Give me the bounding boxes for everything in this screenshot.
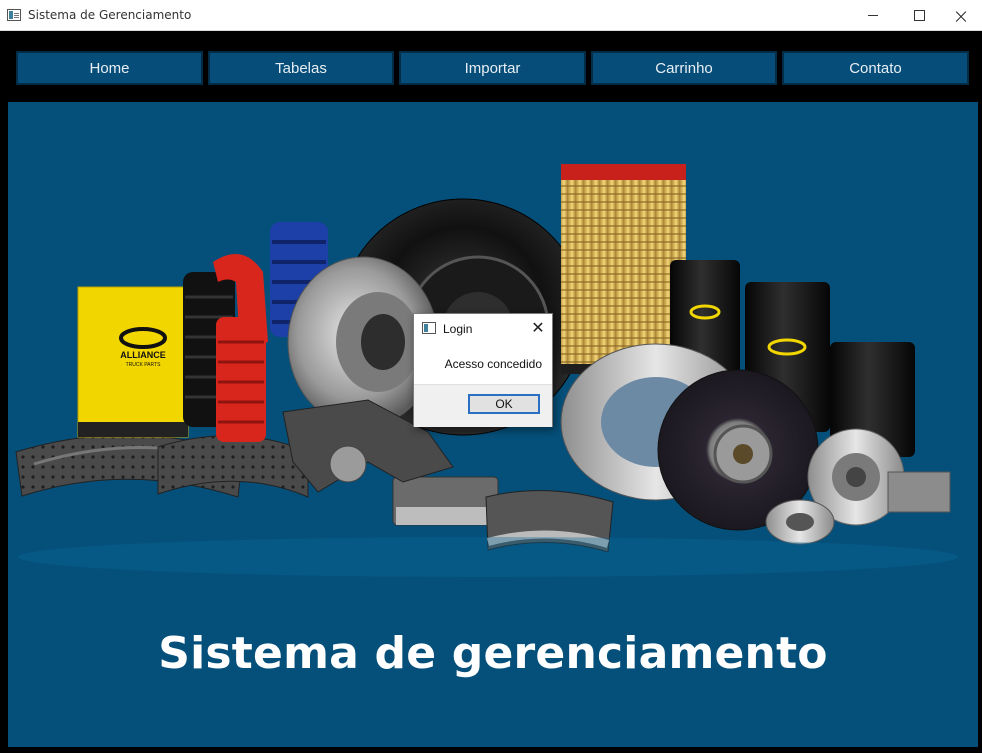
dialog-title: Login (443, 322, 473, 336)
app-window-icon (7, 9, 21, 21)
dialog-footer: OK (414, 384, 552, 427)
nav-home-button[interactable]: Home (16, 51, 203, 85)
box-brand-label: ALLIANCE (120, 350, 166, 360)
login-dialog: Login ✕ Acesso concedido OK (413, 313, 553, 427)
nav-contato-button[interactable]: Contato (782, 51, 969, 85)
close-window-button[interactable]: × (938, 0, 982, 31)
box-brand-sub: TRUCK PARTS (126, 362, 161, 368)
nav-tabelas-button[interactable]: Tabelas (208, 51, 394, 85)
dialog-app-icon (422, 322, 436, 334)
minimize-button[interactable] (850, 0, 896, 31)
maximize-button[interactable] (896, 0, 942, 31)
minimize-icon (868, 15, 878, 16)
nav-carrinho-button[interactable]: Carrinho (591, 51, 777, 85)
window-title-bar: Sistema de Gerenciamento × (0, 0, 982, 31)
dialog-message: Acesso concedido (444, 357, 542, 371)
dialog-close-button[interactable]: ✕ (527, 318, 549, 338)
maximize-icon (913, 10, 925, 21)
nav-importar-button[interactable]: Importar (399, 51, 586, 85)
close-icon: × (952, 3, 970, 28)
main-navbar: Home Tabelas Importar Carrinho Contato (0, 32, 982, 102)
window-title: Sistema de Gerenciamento (28, 8, 192, 22)
dialog-title-bar: Login ✕ (414, 314, 552, 342)
hero-title: Sistema de gerenciamento (158, 628, 828, 679)
ok-button[interactable]: OK (468, 394, 540, 414)
